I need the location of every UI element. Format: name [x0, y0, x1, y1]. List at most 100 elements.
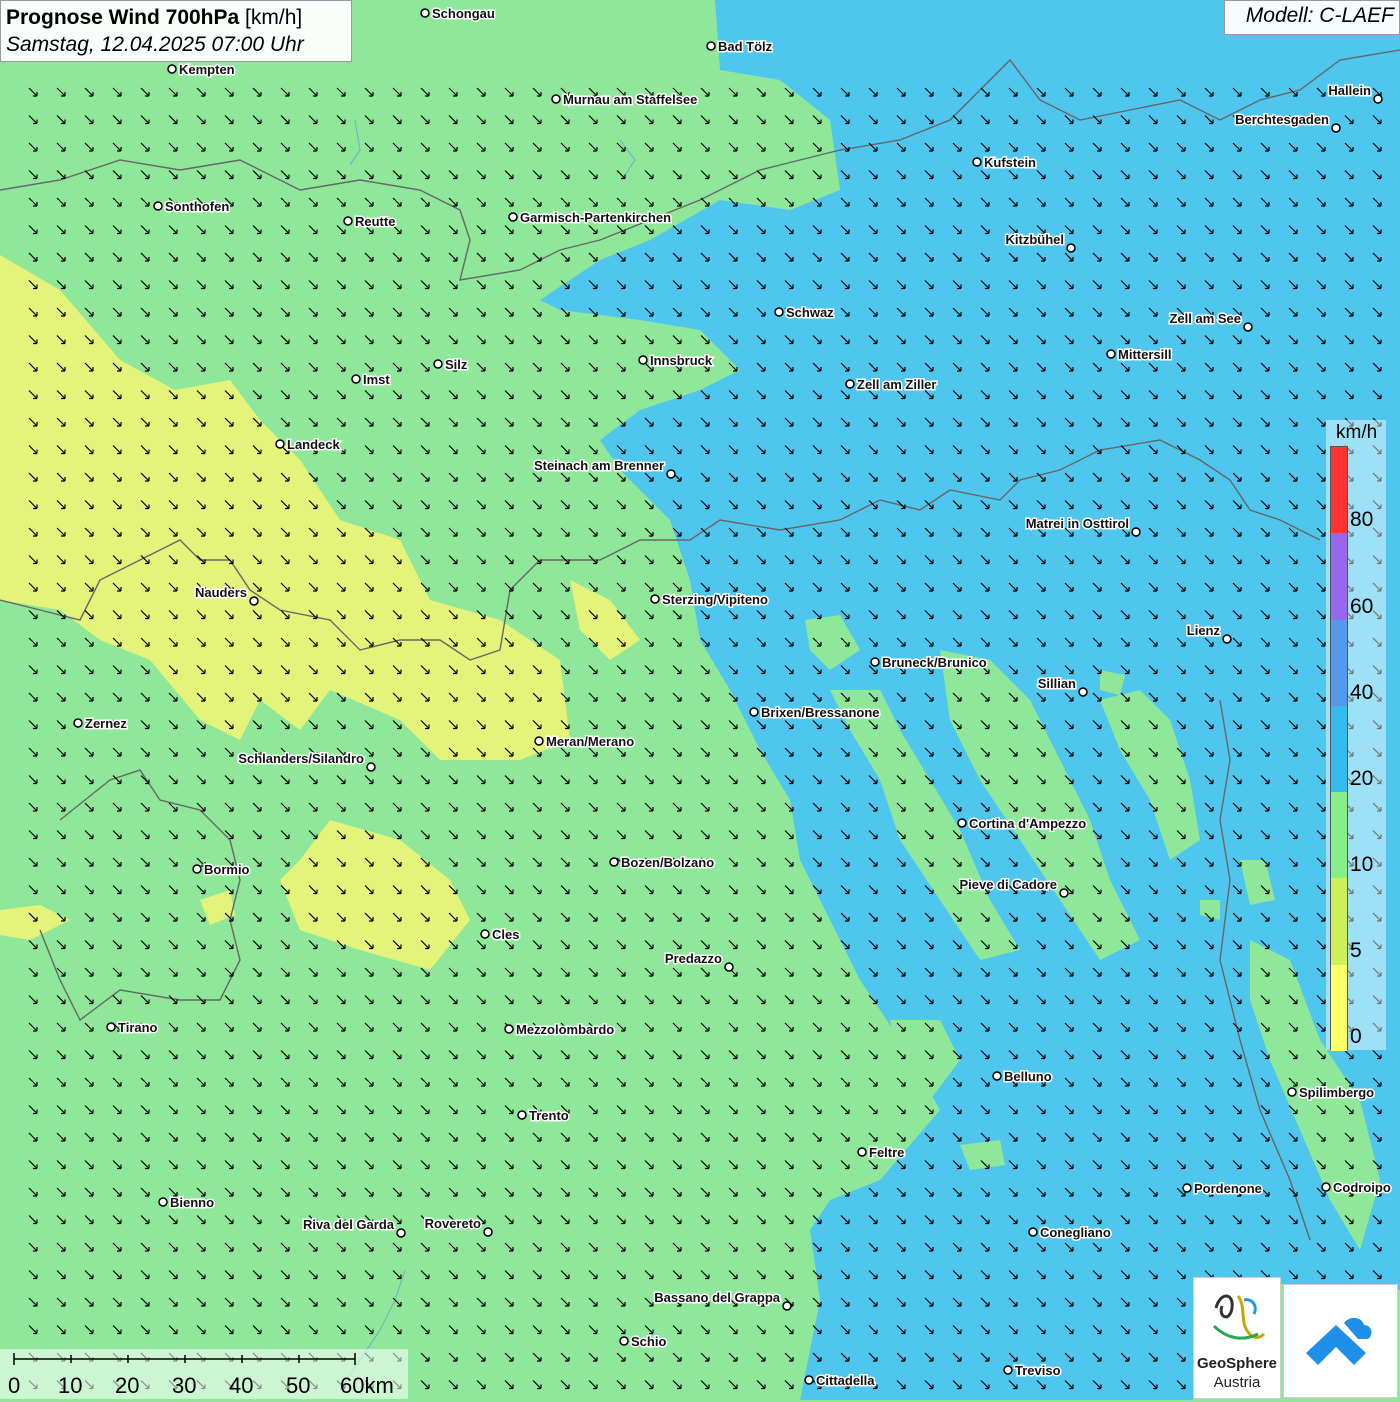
app-logo-icon: [1306, 1317, 1372, 1365]
city-dot: [749, 707, 759, 717]
city-dot: [366, 762, 376, 772]
city-label: Conegliano: [1040, 1225, 1111, 1240]
city-marker[interactable]: Schongau: [420, 5, 496, 23]
city-label: Schlanders/Silandro: [238, 751, 364, 766]
map-title-unit: [km/h]: [245, 6, 303, 29]
city-marker[interactable]: Sonthofen: [153, 198, 231, 216]
city-label: Zell am Ziller: [857, 377, 936, 392]
city-label: Bassano del Grappa: [654, 1290, 780, 1305]
geosphere-logo-line1: GeoSphere: [1196, 1355, 1278, 1372]
legend-tick-label: 40: [1350, 681, 1374, 704]
city-label: Bienno: [170, 1195, 214, 1210]
city-dot: [972, 157, 982, 167]
city-dot: [504, 1024, 514, 1034]
city-dot: [1321, 1182, 1331, 1192]
city-marker[interactable]: Bruneck/Brunico: [870, 654, 988, 672]
city-label: Schio: [631, 1334, 666, 1349]
scale-label-40: 40: [229, 1373, 254, 1398]
city-dot: [1243, 322, 1253, 332]
city-label: Meran/Merano: [546, 734, 634, 749]
legend-segment: [1331, 447, 1347, 534]
city-marker[interactable]: Spilimbergo: [1287, 1084, 1376, 1102]
city-dot: [1222, 634, 1232, 644]
city-marker[interactable]: Pordenone: [1182, 1180, 1263, 1198]
geosphere-logo[interactable]: GeoSphere Austria: [1193, 1277, 1281, 1399]
city-dot: [1131, 527, 1141, 537]
color-legend: km/h 80 60 40 20 10 5 0: [1326, 420, 1386, 1051]
city-label: Brixen/Bressanone: [761, 705, 880, 720]
city-dot: [551, 94, 561, 104]
city-marker[interactable]: Codroipo: [1321, 1179, 1392, 1197]
city-dot: [483, 1227, 493, 1237]
city-label: Belluno: [1004, 1069, 1052, 1084]
city-label: Hallein: [1328, 83, 1371, 98]
city-label: Matrei in Osttirol: [1026, 516, 1129, 531]
city-dot: [857, 1147, 867, 1157]
legend-tick-label: 10: [1350, 853, 1374, 876]
legend-unit: km/h: [1336, 422, 1378, 443]
city-marker[interactable]: Garmisch-Partenkirchen: [508, 209, 673, 227]
city-label: Schwaz: [786, 305, 834, 320]
city-label: Bad Tölz: [718, 39, 773, 54]
city-label: Cittadella: [816, 1373, 875, 1388]
city-label: Murnau am Staffelsee: [563, 92, 697, 107]
legend-tick-label: 80: [1350, 508, 1374, 531]
legend-segment: [1331, 533, 1347, 620]
city-dot: [650, 594, 660, 604]
city-label: Silz: [445, 357, 468, 372]
city-marker[interactable]: Bozen/Bolzano: [609, 854, 716, 872]
city-label: Steinach am Brenner: [534, 458, 664, 473]
city-label: Berchtesgaden: [1235, 112, 1329, 127]
city-label: Predazzo: [665, 951, 722, 966]
city-label: Innsbruck: [650, 353, 713, 368]
geosphere-logo-line2: Austria: [1213, 1374, 1261, 1391]
city-dot: [433, 359, 443, 369]
city-dot: [343, 216, 353, 226]
wind-map[interactable]: Schongau Bad Tölz Kempten Murnau am Staffel…: [0, 0, 1400, 1400]
city-dot: [73, 718, 83, 728]
city-dot: [1287, 1087, 1297, 1097]
city-label: Kufstein: [984, 155, 1036, 170]
city-dot: [1078, 687, 1088, 697]
city-marker[interactable]: Sterzing/Vipiteno: [650, 591, 769, 609]
city-marker[interactable]: Cortina d'Ampezzo: [957, 815, 1088, 833]
city-marker[interactable]: Mezzolombardo: [504, 1021, 616, 1039]
city-dot: [1373, 94, 1383, 104]
city-dot: [1106, 349, 1116, 359]
city-dot: [192, 864, 202, 874]
city-dot: [1182, 1183, 1192, 1193]
city-marker[interactable]: Innsbruck: [638, 352, 714, 370]
city-label: Pordenone: [1194, 1181, 1262, 1196]
city-dot: [1066, 243, 1076, 253]
city-label: Garmisch-Partenkirchen: [520, 210, 671, 225]
legend-segment: [1331, 792, 1347, 879]
city-label: Tirano: [118, 1020, 158, 1035]
scale-label-10: 10: [58, 1373, 83, 1398]
city-dot: [666, 469, 676, 479]
city-marker[interactable]: Cittadella: [804, 1372, 877, 1390]
city-dot: [534, 736, 544, 746]
city-label: Mezzolombardo: [516, 1022, 614, 1037]
map-title-main: Prognose Wind 700hPa: [6, 6, 240, 29]
city-marker[interactable]: Brixen/Bressanone: [749, 704, 881, 722]
city-label: Kitzbühel: [1006, 232, 1065, 247]
legend-color-bar: [1330, 446, 1348, 1051]
city-marker[interactable]: Zell am Ziller: [845, 376, 938, 394]
city-dot: [508, 212, 518, 222]
city-dot: [480, 929, 490, 939]
city-marker[interactable]: Murnau am Staffelsee: [551, 91, 699, 109]
city-dot: [706, 41, 716, 51]
scale-bar: 0 10 20 30 40 50 60km: [0, 1349, 408, 1399]
app-logo[interactable]: [1283, 1284, 1398, 1398]
city-label: Bozen/Bolzano: [621, 855, 714, 870]
scale-label-0: 0: [8, 1373, 21, 1398]
city-marker[interactable]: Meran/Merano: [534, 733, 636, 751]
legend-tick-label: 60: [1350, 595, 1374, 618]
city-dot: [609, 857, 619, 867]
city-dot: [724, 962, 734, 972]
city-label: Rovereto: [425, 1216, 481, 1231]
city-label: Spilimbergo: [1299, 1085, 1374, 1100]
scale-label-50: 50: [286, 1373, 311, 1398]
city-dot: [396, 1228, 406, 1238]
city-marker[interactable]: Conegliano: [1028, 1224, 1112, 1242]
